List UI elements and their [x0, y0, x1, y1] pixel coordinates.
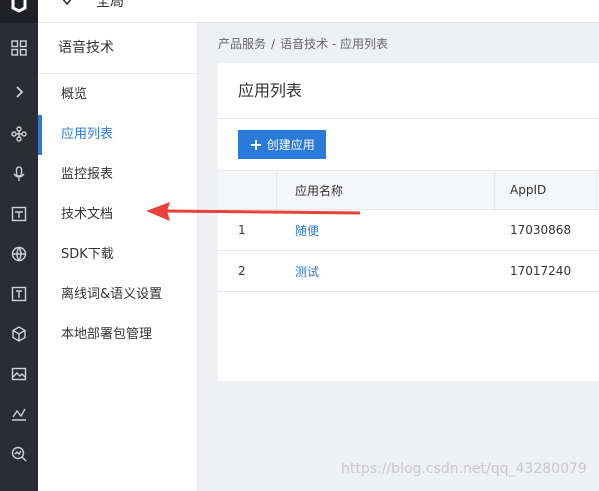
row-index: 2 — [238, 264, 246, 278]
app-id: 17017240 — [510, 264, 572, 278]
app-name-link[interactable]: 测试 — [295, 251, 319, 291]
search-chart-icon — [11, 446, 27, 462]
sidebar-title: 语音技术 — [38, 23, 197, 74]
image-icon — [11, 206, 27, 222]
text-icon — [11, 286, 27, 302]
rail-item-expand[interactable] — [0, 72, 38, 112]
sidebar-item-local-deploy[interactable]: 本地部署包管理 — [38, 315, 197, 355]
rail-item-text[interactable] — [0, 274, 38, 314]
logo[interactable] — [0, 0, 38, 23]
sidebar: 语音技术 概览 应用列表 监控报表 技术文档 SDK下载 离线词&语义设置 本地… — [38, 23, 198, 491]
chevron-down-icon — [62, 0, 72, 6]
page-title: 应用列表 — [218, 63, 599, 119]
plus-icon: + — [249, 134, 263, 154]
top-bar: 全局 — [0, 0, 599, 23]
column-divider — [596, 171, 597, 211]
app-table: 应用名称 AppID 1 随便 17030868 2 测试 17017240 — [218, 170, 599, 292]
rail-item-analytics[interactable] — [0, 434, 38, 474]
rail-item-chart[interactable] — [0, 394, 38, 434]
breadcrumb-root[interactable]: 产品服务 — [218, 37, 266, 51]
app-id: 17030868 — [510, 223, 572, 237]
rail-item-network[interactable] — [0, 114, 38, 154]
globe-icon — [11, 246, 27, 262]
rail-item-grid[interactable] — [0, 28, 38, 68]
header-appid: AppID — [510, 183, 547, 197]
main-content: 产品服务 / 语音技术 - 应用列表 应用列表 + 创建应用 应用名称 AppID … — [198, 23, 599, 491]
rail-item-globe[interactable] — [0, 234, 38, 274]
create-app-label: 创建应用 — [266, 138, 315, 152]
breadcrumb-current: 语音技术 - 应用列表 — [280, 37, 389, 51]
landscape-icon — [11, 367, 27, 381]
region-label: 全局 — [96, 0, 124, 10]
grid-icon — [11, 40, 27, 56]
rail-item-speech[interactable] — [0, 154, 38, 194]
cloud-logo-icon — [11, 0, 27, 13]
breadcrumb-separator: / — [271, 37, 276, 51]
sidebar-item-overview[interactable]: 概览 — [38, 75, 197, 115]
sidebar-item-offline-words[interactable]: 离线词&语义设置 — [38, 275, 197, 315]
cube-icon — [12, 326, 26, 342]
rail-item-cube[interactable] — [0, 314, 38, 354]
sidebar-item-sdk-download[interactable]: SDK下载 — [38, 235, 197, 275]
rail-item-landscape[interactable] — [0, 354, 38, 394]
chart-icon — [12, 408, 26, 421]
sidebar-item-monitor-report[interactable]: 监控报表 — [38, 155, 197, 195]
chevron-right-icon — [16, 86, 24, 98]
table-row: 2 测试 17017240 — [218, 251, 599, 292]
network-icon — [11, 126, 27, 142]
region-selector[interactable]: 全局 — [38, 0, 599, 23]
column-divider — [494, 171, 495, 211]
annotation-arrow — [146, 202, 361, 221]
create-app-button[interactable]: + 创建应用 — [238, 130, 326, 159]
microphone-icon — [13, 166, 25, 181]
breadcrumb: 产品服务 / 语音技术 - 应用列表 — [218, 35, 388, 52]
product-rail — [0, 23, 38, 491]
rail-item-image[interactable] — [0, 194, 38, 234]
watermark: https://blog.csdn.net/qq_43280079 — [341, 461, 587, 477]
sidebar-item-app-list[interactable]: 应用列表 — [38, 115, 197, 155]
